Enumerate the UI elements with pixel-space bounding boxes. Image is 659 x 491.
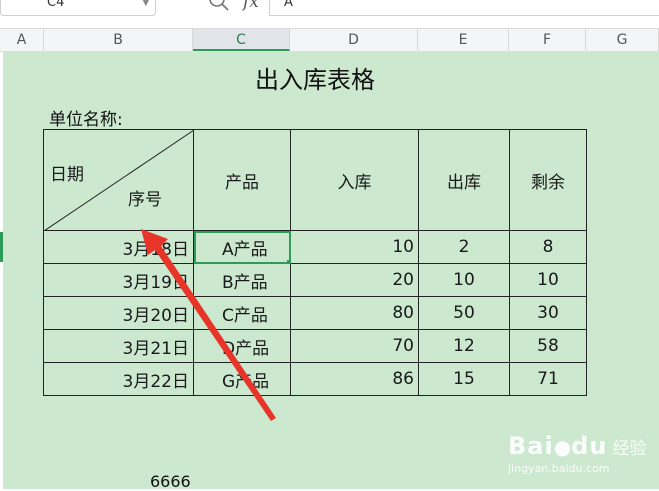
in-cell[interactable]: 80: [290, 296, 419, 330]
remain-cell[interactable]: 10: [509, 263, 587, 297]
baidu-watermark: Bai●du 经验 jingyan.baidu.com: [508, 432, 647, 475]
product-cell[interactable]: C产品: [193, 296, 291, 330]
out-cell[interactable]: 2: [418, 230, 510, 264]
product-cell[interactable]: G产品: [193, 362, 291, 396]
date-cell[interactable]: 3月19日: [43, 263, 194, 297]
product-header[interactable]: 产品: [193, 129, 291, 231]
name-box[interactable]: C4 ▼: [0, 0, 156, 16]
column-header-bar: A B C D E F G: [0, 29, 659, 52]
fx-button[interactable]: fx: [243, 0, 259, 12]
out-cell[interactable]: 50: [418, 296, 510, 330]
date-cell[interactable]: 3月18日: [43, 230, 194, 264]
out-cell[interactable]: 12: [418, 329, 510, 363]
date-cell[interactable]: 3月21日: [43, 329, 194, 363]
column-header-e[interactable]: E: [418, 29, 509, 51]
date-cell[interactable]: 3月20日: [43, 296, 194, 330]
out-header[interactable]: 出库: [418, 129, 510, 231]
inventory-table: 日期 序号 产品 入库 出库 剩余 3月18日 A产品 10 2 8 3月19日…: [43, 129, 587, 396]
formula-input[interactable]: A: [269, 0, 659, 16]
fill-handle[interactable]: [287, 260, 290, 263]
seq-header-label: 序号: [128, 190, 162, 210]
remain-cell[interactable]: 30: [509, 296, 587, 330]
date-header-label: 日期: [50, 165, 84, 185]
column-header-c[interactable]: C: [193, 29, 290, 51]
in-cell[interactable]: 10: [290, 230, 419, 264]
table-row: 3月18日 A产品 10 2 8: [43, 230, 587, 264]
table-row: 3月21日 D产品 70 12 58: [43, 329, 587, 363]
formula-bar: C4 ▼ fx A: [0, 0, 659, 29]
out-cell[interactable]: 15: [418, 362, 510, 396]
in-cell[interactable]: 86: [290, 362, 419, 396]
watermark-brand-suffix: du: [571, 432, 608, 460]
column-header-a[interactable]: A: [0, 29, 44, 51]
table-header-row: 日期 序号 产品 入库 出库 剩余: [43, 129, 587, 231]
table-row: 3月22日 G产品 86 15 71: [43, 362, 587, 396]
table-row: 3月20日 C产品 80 50 30: [43, 296, 587, 330]
stray-cell-value[interactable]: 6666: [150, 472, 191, 491]
watermark-brand: Bai: [508, 432, 554, 460]
product-cell-text: A产品: [222, 239, 268, 260]
unit-label[interactable]: 单位名称:: [49, 105, 123, 130]
remain-cell[interactable]: 71: [509, 362, 587, 396]
date-cell[interactable]: 3月22日: [43, 362, 194, 396]
in-cell[interactable]: 20: [290, 263, 419, 297]
paw-icon: ●: [553, 435, 572, 459]
out-cell[interactable]: 10: [418, 263, 510, 297]
remain-cell[interactable]: 8: [509, 230, 587, 264]
chevron-down-icon[interactable]: ▼: [142, 0, 150, 12]
product-cell[interactable]: D产品: [193, 329, 291, 363]
watermark-site: jingyan.baidu.com: [508, 462, 610, 475]
column-header-g[interactable]: G: [586, 29, 659, 51]
watermark-sub: 经验: [612, 439, 647, 459]
product-cell[interactable]: B产品: [193, 263, 291, 297]
diagonal-header-cell[interactable]: 日期 序号: [43, 129, 194, 231]
column-header-f[interactable]: F: [509, 29, 586, 51]
table-row: 3月19日 B产品 20 10 10: [43, 263, 587, 297]
product-cell-active[interactable]: A产品: [193, 230, 291, 264]
remain-header[interactable]: 剩余: [509, 129, 587, 231]
sheet-title[interactable]: 出入库表格: [190, 60, 440, 95]
remain-cell[interactable]: 58: [509, 329, 587, 363]
active-row-indicator: [0, 232, 3, 262]
column-header-d[interactable]: D: [290, 29, 418, 51]
cell-reference: C4: [47, 0, 65, 10]
zoom-icon[interactable]: [208, 0, 230, 12]
column-header-b[interactable]: B: [44, 29, 193, 51]
in-header[interactable]: 入库: [290, 129, 419, 231]
in-cell[interactable]: 70: [290, 329, 419, 363]
